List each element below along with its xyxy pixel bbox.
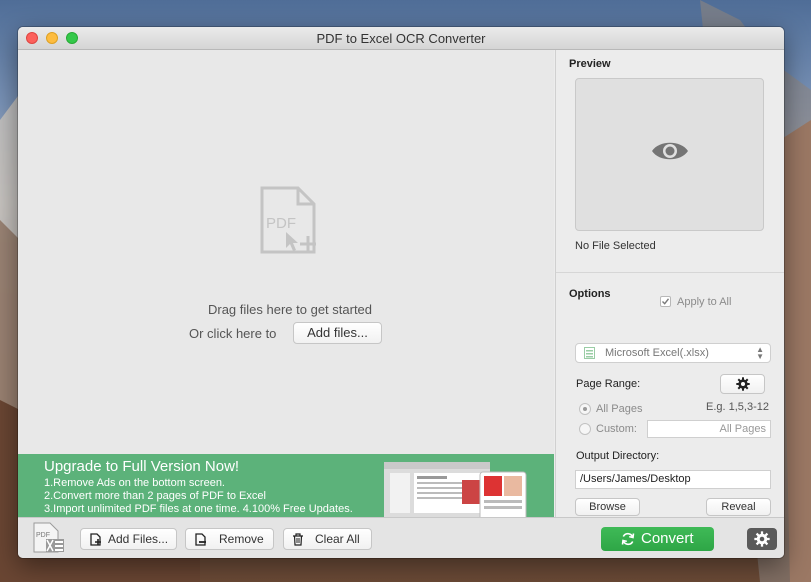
remove-file-icon	[195, 533, 206, 546]
trash-icon	[293, 533, 303, 546]
custom-range-label[interactable]: Custom:	[596, 423, 637, 435]
banner-app-screenshot	[384, 462, 527, 517]
add-files-button[interactable]: Add Files...	[80, 528, 177, 550]
banner-line-3: 3.Import unlimited PDF files at one time…	[44, 503, 353, 515]
clear-all-label: Clear All	[315, 532, 360, 546]
gear-icon	[736, 377, 750, 391]
window-title: PDF to Excel OCR Converter	[316, 31, 486, 46]
remove-button[interactable]: Remove	[185, 528, 274, 550]
custom-range-radio[interactable]	[579, 423, 591, 435]
chevron-up-down-icon: ▲ ▼	[756, 345, 764, 361]
svg-text:PDF: PDF	[36, 532, 50, 539]
svg-text:PDF: PDF	[266, 215, 296, 232]
add-files-inline-button[interactable]: Add files...	[293, 322, 382, 344]
preview-status-text: No File Selected	[575, 240, 656, 252]
preview-title: Preview	[569, 58, 611, 70]
add-file-icon	[90, 533, 101, 546]
output-directory-field[interactable]: /Users/James/Desktop	[575, 470, 771, 489]
page-range-label: Page Range:	[576, 378, 641, 390]
excel-file-icon	[584, 347, 595, 359]
banner-line-2: 2.Convert more than 2 pages of PDF to Ex…	[44, 490, 266, 502]
pdf-add-file-icon: PDF	[260, 186, 316, 254]
output-format-value: Microsoft Excel(.xlsx)	[605, 347, 709, 359]
convert-button[interactable]: Convert	[601, 527, 714, 551]
custom-page-range-input[interactable]: All Pages	[647, 420, 771, 438]
convert-label: Convert	[641, 530, 694, 547]
app-logo-icon: PDF	[33, 522, 64, 553]
all-pages-label[interactable]: All Pages	[596, 403, 642, 415]
upgrade-banner[interactable]: Upgrade to Full Version Now! 1.Remove Ad…	[18, 454, 554, 517]
page-range-example: E.g. 1,5,3-12	[706, 401, 769, 413]
output-format-select[interactable]: Microsoft Excel(.xlsx) ▲ ▼	[575, 343, 771, 363]
app-settings-button[interactable]	[747, 528, 777, 550]
right-sidebar: Preview No File Selected Options Apply t…	[555, 50, 784, 517]
clear-all-button[interactable]: Clear All	[283, 528, 372, 550]
banner-line-1: 1.Remove Ads on the bottom screen.	[44, 477, 225, 489]
eye-icon	[652, 142, 688, 160]
refresh-icon	[621, 532, 635, 546]
file-drop-zone[interactable]: PDF Drag files here to get started Or cl…	[18, 50, 554, 454]
apply-to-all-checkbox[interactable]	[660, 296, 671, 307]
options-title: Options	[569, 288, 611, 300]
banner-heading: Upgrade to Full Version Now!	[44, 458, 240, 475]
preview-pane	[575, 78, 764, 231]
reveal-button[interactable]: Reveal	[706, 498, 771, 516]
all-pages-radio[interactable]	[579, 403, 591, 415]
apply-to-all-label[interactable]: Apply to All	[677, 296, 731, 308]
checkmark-icon	[662, 298, 670, 305]
sidebar-divider	[556, 272, 784, 273]
click-hint-text: Or click here to	[189, 326, 277, 341]
bottom-toolbar: PDF Add Files... Remove Clear All Conver…	[18, 517, 784, 558]
page-range-settings-button[interactable]	[720, 374, 765, 394]
add-files-label: Add Files...	[108, 532, 169, 546]
gear-icon	[754, 531, 770, 547]
remove-label: Remove	[219, 532, 264, 546]
app-window: PDF to Excel OCR Converter PDF Drag file…	[18, 27, 784, 558]
title-bar: PDF to Excel OCR Converter	[18, 27, 784, 50]
drag-hint-text: Drag files here to get started	[207, 302, 373, 317]
output-directory-label: Output Directory:	[576, 450, 660, 462]
browse-button[interactable]: Browse	[575, 498, 640, 516]
